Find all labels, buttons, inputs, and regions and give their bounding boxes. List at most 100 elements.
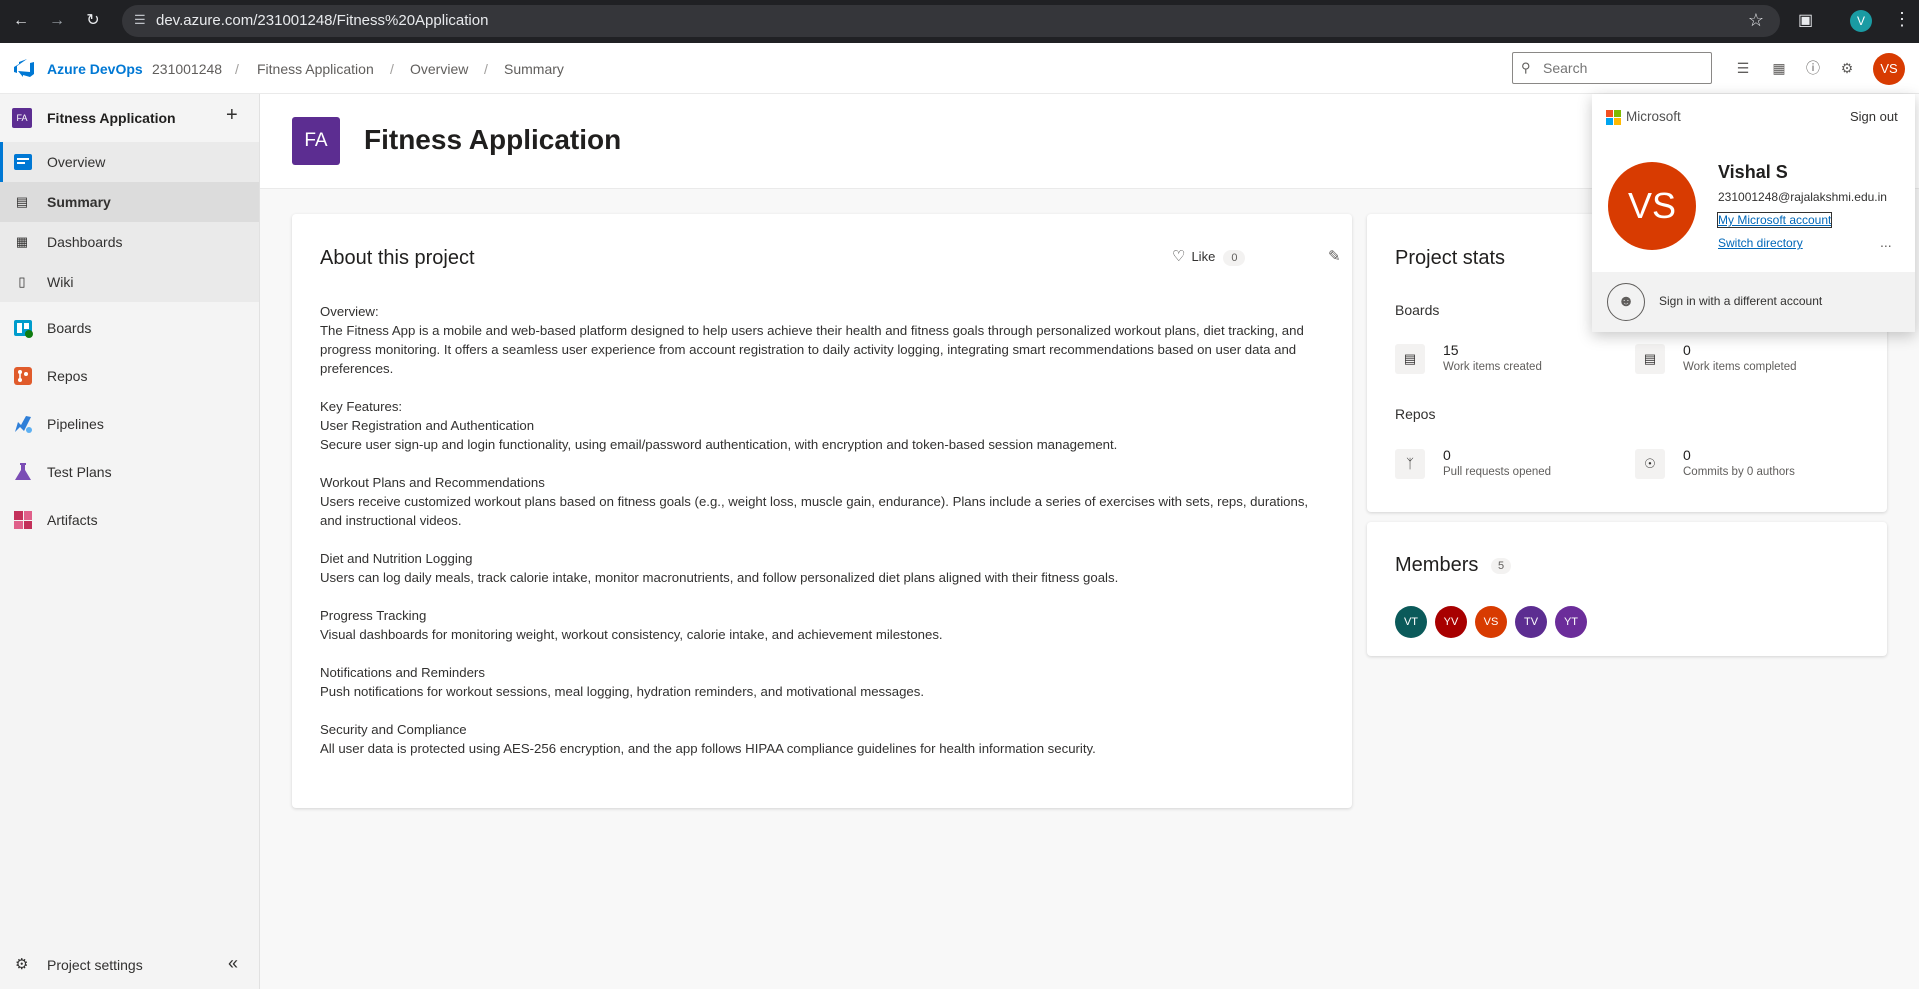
breadcrumb-separator: /	[484, 61, 488, 77]
member-avatar[interactable]: VT	[1395, 606, 1427, 638]
marketplace-icon[interactable]: ▦	[1768, 57, 1790, 79]
pipelines-icon	[15, 416, 32, 433]
sidebar-project-header[interactable]: FA Fitness Application +	[0, 94, 259, 142]
stat-work-items-created[interactable]: ▤ 15 Work items created	[1395, 342, 1615, 378]
azure-header: Azure DevOps 231001248 / Fitness Applica…	[0, 43, 1919, 94]
sidebar-item-test-plans[interactable]: Test Plans	[0, 452, 259, 492]
member-avatar[interactable]: VS	[1475, 606, 1507, 638]
my-microsoft-account-link[interactable]: My Microsoft account	[1716, 212, 1833, 228]
work-item-icon: ▤	[1395, 344, 1425, 374]
breadcrumb-summary[interactable]: Summary	[504, 61, 564, 77]
stat-value: 0	[1683, 447, 1691, 463]
member-avatar[interactable]: TV	[1515, 606, 1547, 638]
like-button[interactable]: ♡ Like 0	[1172, 247, 1246, 269]
search-box[interactable]: ⚲	[1512, 52, 1712, 84]
stat-caption: Work items created	[1443, 361, 1542, 373]
stat-caption: Work items completed	[1683, 361, 1797, 373]
add-icon[interactable]: +	[226, 104, 238, 127]
sidebar-item-label: Repos	[47, 368, 88, 384]
sidebar-item-boards[interactable]: Boards	[0, 308, 259, 348]
description-line: Secure user sign-up and login functional…	[320, 437, 1118, 452]
sidebar-item-label: Pipelines	[47, 416, 104, 432]
artifacts-icon	[14, 511, 32, 529]
account-name: Vishal S	[1718, 162, 1788, 182]
description-paragraph: Security and Compliance All user data is…	[320, 720, 1320, 758]
project-badge: FA	[12, 108, 32, 128]
azure-devops-logo-icon[interactable]	[13, 58, 35, 78]
summary-icon: ▤	[15, 194, 29, 209]
sidebar-item-label: Dashboards	[47, 234, 123, 250]
description-line: Progress Tracking	[320, 608, 427, 623]
more-options-icon[interactable]: ...	[1880, 234, 1892, 250]
extensions-icon[interactable]: ▣	[1798, 10, 1813, 30]
description-line: Security and Compliance	[320, 722, 467, 737]
site-settings-icon[interactable]: ☰	[134, 12, 146, 28]
search-input[interactable]	[1543, 53, 1708, 83]
project-settings-label: Project settings	[47, 957, 143, 973]
pull-request-icon: ᛉ	[1395, 449, 1425, 479]
commit-icon: ☉	[1635, 449, 1665, 479]
wiki-icon: ▯	[18, 274, 26, 289]
stat-value: 0	[1683, 342, 1691, 358]
gear-icon: ⚙	[15, 956, 29, 973]
project-name[interactable]: Fitness Application	[47, 110, 176, 126]
sidebar-item-overview[interactable]: Overview	[0, 142, 259, 182]
bookmark-star-icon[interactable]: ☆	[1748, 10, 1764, 31]
breadcrumb-overview[interactable]: Overview	[410, 61, 468, 77]
stats-title: Project stats	[1395, 247, 1506, 269]
add-person-icon: ☻	[1607, 283, 1645, 321]
edit-pencil-icon[interactable]: ✎	[1328, 247, 1341, 265]
collapse-sidebar-icon[interactable]: «	[228, 953, 238, 974]
description-paragraph: Workout Plans and Recommendations Users …	[320, 473, 1320, 530]
test-plans-icon	[15, 463, 31, 480]
boards-icon	[14, 320, 33, 338]
sidebar-item-pipelines[interactable]: Pipelines	[0, 404, 259, 444]
microsoft-logo-icon	[1606, 110, 1622, 126]
sign-out-link[interactable]: Sign out	[1850, 109, 1898, 124]
back-icon[interactable]: ←	[10, 10, 32, 32]
project-settings[interactable]: ⚙ Project settings «	[0, 945, 259, 985]
breadcrumb-separator: /	[390, 61, 394, 77]
url-text: dev.azure.com/231001248/Fitness%20Applic…	[156, 12, 489, 29]
member-avatar[interactable]: YT	[1555, 606, 1587, 638]
breadcrumb-project[interactable]: Fitness Application	[257, 61, 374, 77]
page-title: Fitness Application	[364, 124, 622, 155]
stat-value: 15	[1443, 342, 1459, 358]
account-menu-popup: Microsoft Sign out VS Vishal S 231001248…	[1592, 94, 1915, 332]
breadcrumb-organization[interactable]: 231001248	[152, 61, 222, 77]
switch-directory-link[interactable]: Switch directory	[1718, 236, 1803, 250]
members-title: Members	[1395, 554, 1479, 576]
work-item-completed-icon: ▤	[1635, 344, 1665, 374]
description-line: User Registration and Authentication	[320, 418, 535, 433]
description-line: Users can log daily meals, track calorie…	[320, 570, 1119, 585]
sidebar-item-artifacts[interactable]: Artifacts	[0, 500, 259, 540]
member-avatar[interactable]: YV	[1435, 606, 1467, 638]
members-card: Members 5 VT YV VS TV YT	[1367, 522, 1887, 656]
forward-icon[interactable]: →	[46, 10, 68, 32]
about-description: Overview: The Fitness App is a mobile an…	[320, 302, 1320, 758]
account-avatar: VS	[1608, 162, 1696, 250]
sidebar-item-label: Artifacts	[47, 512, 98, 528]
browser-menu-icon[interactable]: ⋮	[1893, 9, 1911, 30]
user-settings-icon[interactable]: ⚙	[1836, 57, 1858, 79]
sign-in-different-account[interactable]: ☻ Sign in with a different account	[1592, 272, 1915, 332]
user-avatar[interactable]: VS	[1873, 53, 1905, 85]
reload-icon[interactable]: ↻	[82, 10, 104, 32]
sidebar-item-repos[interactable]: Repos	[0, 356, 259, 396]
work-items-icon[interactable]: ☰	[1732, 57, 1754, 79]
like-label: Like	[1191, 249, 1216, 264]
sidebar-item-summary[interactable]: ▤ Summary	[0, 182, 259, 222]
brand-link[interactable]: Azure DevOps	[47, 61, 143, 77]
stat-commits[interactable]: ☉ 0 Commits by 0 authors	[1635, 447, 1855, 483]
address-bar[interactable]: ☰ dev.azure.com/231001248/Fitness%20Appl…	[122, 5, 1780, 37]
help-icon[interactable]: ⓘ	[1802, 57, 1824, 79]
sidebar-item-wiki[interactable]: ▯ Wiki	[0, 262, 259, 302]
sidebar-item-dashboards[interactable]: ▦ Dashboards	[0, 222, 259, 262]
dashboards-icon: ▦	[15, 234, 29, 249]
browser-profile-avatar[interactable]: V	[1850, 10, 1872, 32]
repos-section-label: Repos	[1395, 406, 1436, 422]
stat-work-items-completed[interactable]: ▤ 0 Work items completed	[1635, 342, 1855, 378]
description-line: Workout Plans and Recommendations	[320, 475, 545, 490]
stat-pull-requests[interactable]: ᛉ 0 Pull requests opened	[1395, 447, 1615, 483]
sidebar-item-label: Summary	[47, 194, 111, 210]
